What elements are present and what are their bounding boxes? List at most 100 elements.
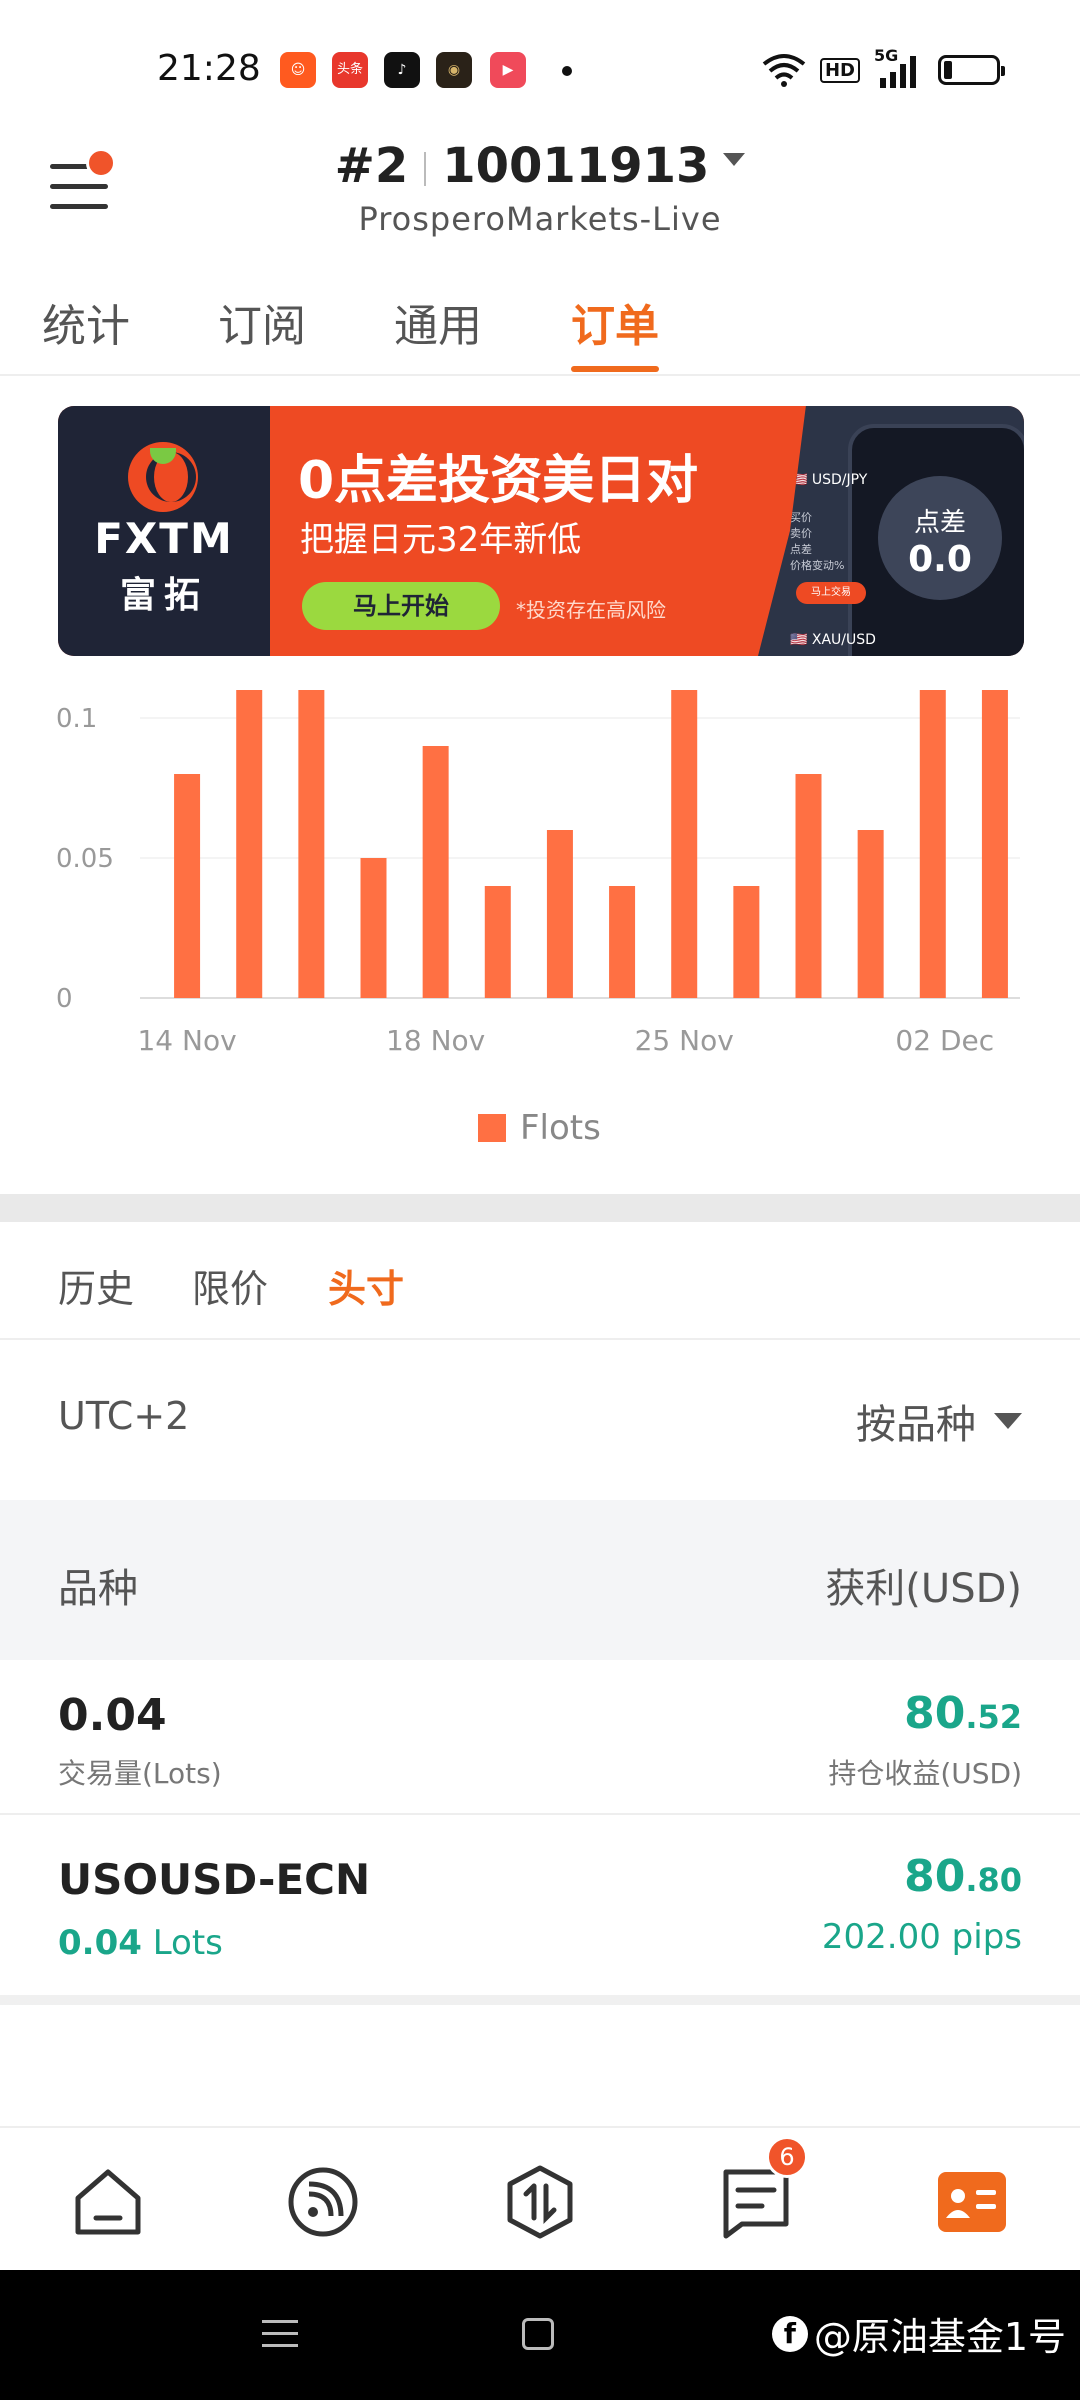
group-by-select[interactable]: 按品种 [856, 1392, 1022, 1450]
tab-positions[interactable]: 头寸 [328, 1258, 404, 1313]
position-lots-num: 0.04 [58, 1923, 142, 1963]
banner-risk-note: *投资存在高风险 [516, 598, 666, 622]
caret-down-icon [994, 1413, 1022, 1429]
column-profit: 获利(USD) [825, 1566, 1022, 1612]
position-row[interactable]: USOUSD-ECN 0.04 Lots 80.80 202.00 pips [0, 1815, 1080, 2005]
position-lots-unit: Lots [152, 1923, 223, 1963]
tab-statistics[interactable]: 统计 [42, 290, 130, 372]
toutiao-icon: 头条 [332, 52, 368, 88]
y-tick-label: 0.1 [56, 704, 97, 734]
recents-icon[interactable] [262, 2316, 298, 2352]
status-bar: 21:28 ☺ 头条 ♪ ◉ ▶ HD 5G [0, 0, 1080, 140]
total-profit-int: 80 [904, 1688, 966, 1739]
battery-icon [938, 55, 1005, 85]
banner-logo-panel: FXTM 富拓 [58, 406, 270, 656]
banner-pair-details: 买价 卖价 点差 价格变动% [790, 510, 844, 574]
pair-detail-bid: 买价 [790, 511, 812, 524]
chart-legend: Flots [478, 1106, 601, 1150]
total-profit-dec: .52 [965, 1698, 1022, 1736]
toutiao-label: 头条 [336, 62, 363, 77]
bar [484, 886, 511, 998]
column-symbol: 品种 [58, 1566, 138, 1612]
position-profit: 80.80 [904, 1851, 1022, 1902]
signal-icon: 5G [874, 46, 924, 90]
wifi-icon [762, 54, 806, 87]
pair-detail-ask: 卖价 [790, 527, 812, 540]
bar [546, 830, 573, 998]
y-tick-label: 0 [56, 984, 73, 1014]
spread-label: 点差 [913, 508, 966, 538]
home-button[interactable] [522, 2318, 554, 2350]
x-tick-label: 18 Nov [386, 1024, 485, 1057]
video-player-icon: ▶ [490, 52, 526, 88]
position-pips: 202.00 pips [821, 1917, 1022, 1957]
lots-bar-chart: 0 0.05 0.1 14 Nov 18 Nov 25 Nov 02 Dec [56, 690, 1020, 1057]
bar [236, 690, 263, 998]
tab-limit[interactable]: 限价 [192, 1258, 268, 1313]
position-profit-int: 80 [904, 1851, 966, 1902]
tab-orders[interactable]: 订单 [571, 290, 659, 372]
bar [609, 886, 636, 998]
tab-general[interactable]: 通用 [394, 290, 482, 372]
system-nav-bar: f @原油基金1号 [0, 2270, 1080, 2400]
order-sub-tabs: 历史 限价 头寸 [0, 1222, 1080, 1340]
home-icon[interactable] [70, 2164, 146, 2240]
total-profit: 80.52 [904, 1688, 1022, 1739]
bar [981, 690, 1008, 998]
fxtm-logo-icon [128, 442, 198, 512]
account-number: 10011913 [442, 138, 710, 194]
pair-detail-change: 价格变动% [790, 559, 845, 572]
legend-swatch [478, 1114, 506, 1142]
table-header: 品种 获利(USD) [0, 1500, 1080, 1660]
banner-headline: 0点差投资美日对 [298, 451, 699, 511]
bar [795, 774, 822, 998]
bar [298, 690, 325, 998]
bar [733, 886, 760, 998]
bar [174, 774, 201, 998]
pair2-label: XAU/USD [811, 632, 876, 648]
tiktok-icon: ♪ [384, 52, 420, 88]
status-time: 21:28 [157, 48, 261, 89]
total-volume-label: 交易量(Lots) [58, 1757, 222, 1790]
trade-icon[interactable] [502, 2164, 578, 2240]
filter-row: UTC+2 按品种 [0, 1340, 1080, 1500]
spread-value: 0.0 [908, 539, 972, 580]
account-selector[interactable]: #2 10011913 [0, 138, 1080, 194]
brand-name-cn: 富拓 [119, 575, 208, 616]
total-profit-label: 持仓收益(USD) [828, 1757, 1022, 1790]
position-profit-dec: .80 [965, 1861, 1022, 1899]
account-icon[interactable] [934, 2164, 1010, 2240]
main-tabs: 统计 订阅 通用 订单 [0, 280, 1080, 376]
messages-badge: 6 [766, 2136, 808, 2178]
subscribe-icon[interactable] [285, 2164, 361, 2240]
pair1-label: USD/JPY [811, 472, 868, 488]
promo-banner[interactable]: FXTM 富拓 0点差投资美日对 把握日元32年新低 马上开始 *投资存在高风险… [58, 406, 1024, 656]
hd-icon: HD [819, 57, 860, 83]
server-name: ProsperoMarkets-Live [358, 200, 722, 238]
banner-pair-usdjpy: 🇺🇸 USD/JPY [790, 472, 868, 488]
watermark-text: @原油基金1号 [813, 2315, 1066, 2359]
x-tick-label: 25 Nov [635, 1024, 734, 1057]
banner-cta-button[interactable]: 马上开始 [302, 582, 500, 630]
position-symbol: USOUSD-ECN [58, 1855, 371, 1904]
bar [671, 690, 698, 998]
timezone-label: UTC+2 [58, 1394, 190, 1438]
spread-circle: 点差 0.0 [878, 476, 1002, 600]
phone-trade-button: 马上交易 [796, 582, 866, 604]
account-index: #2 [334, 138, 409, 194]
legend-label: Flots [520, 1108, 601, 1148]
bottom-nav [0, 2126, 1080, 2270]
section-divider [0, 1194, 1080, 1222]
x-tick-label: 14 Nov [137, 1024, 236, 1057]
tab-history[interactable]: 历史 [58, 1258, 134, 1313]
network-label: 5G [874, 46, 899, 65]
group-by-value: 按品种 [856, 1402, 976, 1448]
x-tick-label: 02 Dec [895, 1024, 994, 1057]
bar [857, 830, 884, 998]
banner-phone-area: 🇺🇸 USD/JPY 买价 卖价 点差 价格变动% 点差 0.0 马上交易 🇺🇸… [758, 406, 1024, 656]
position-lots: 0.04 Lots [58, 1923, 223, 1963]
tab-subscribe[interactable]: 订阅 [218, 290, 306, 372]
bar [422, 746, 449, 998]
total-volume: 0.04 [58, 1690, 167, 1741]
chevron-down-icon [723, 152, 746, 166]
